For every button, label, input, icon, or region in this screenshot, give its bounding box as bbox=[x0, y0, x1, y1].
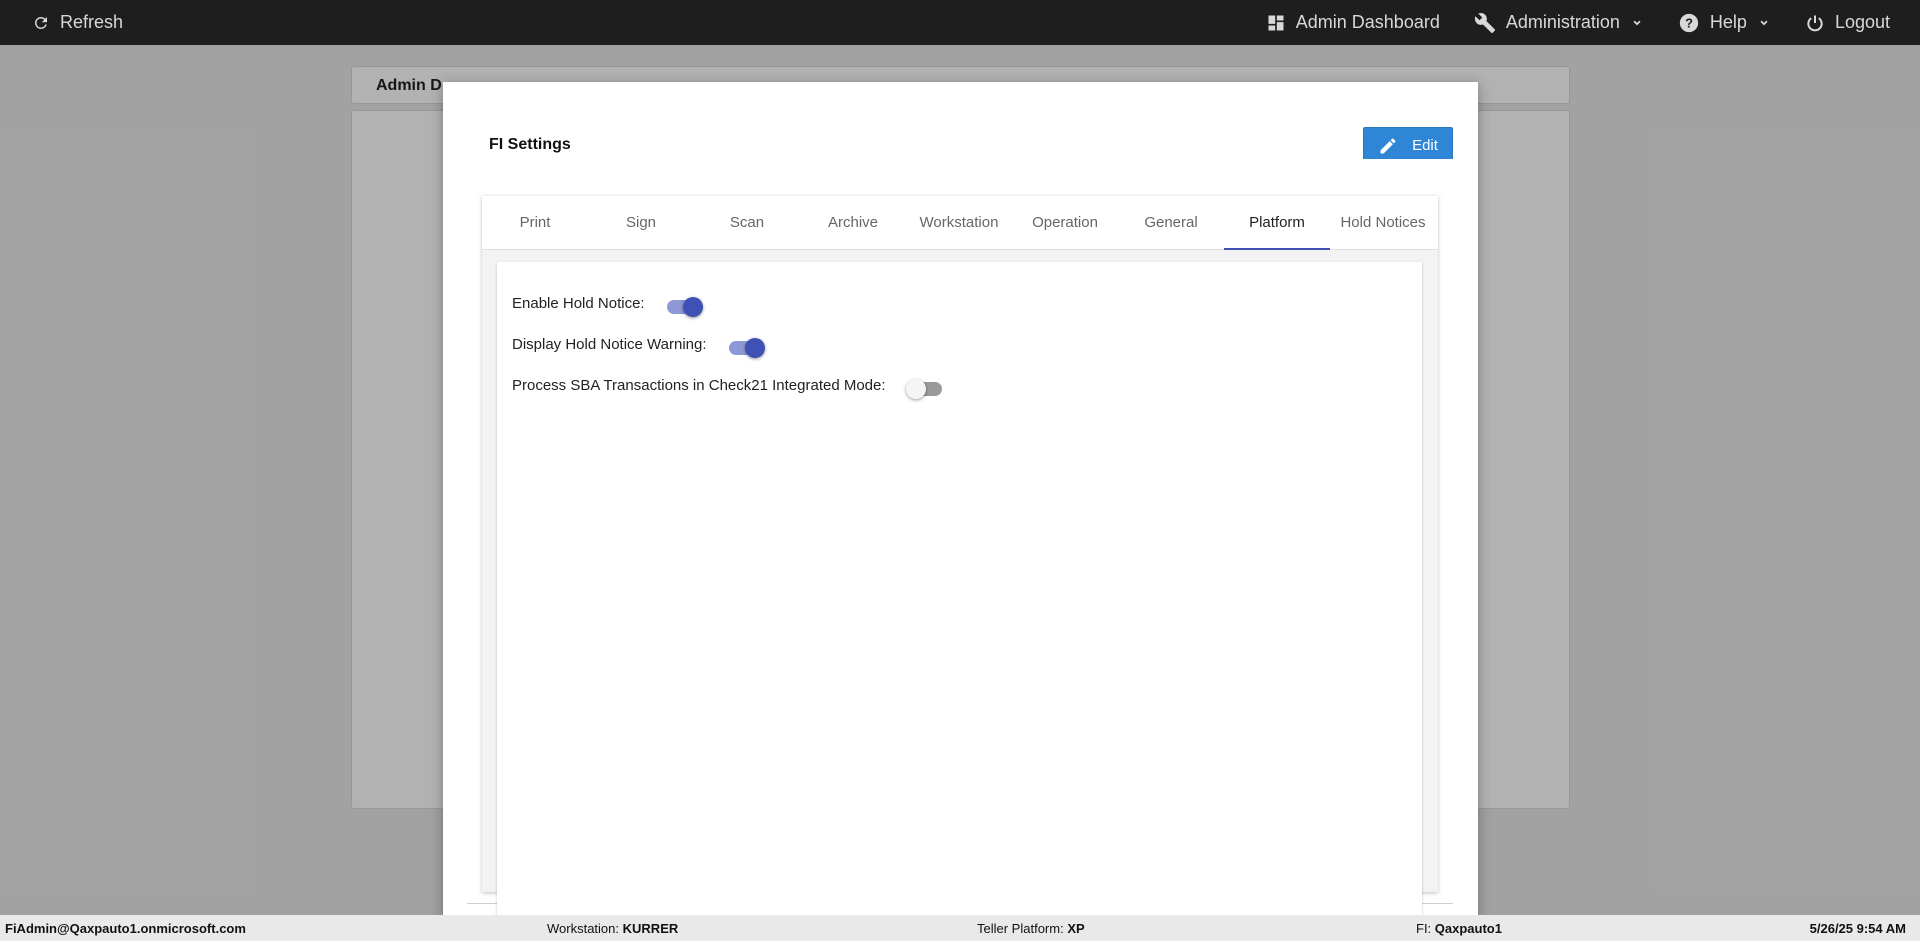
logout-label: Logout bbox=[1834, 12, 1890, 32]
pencil-icon bbox=[1378, 136, 1398, 156]
status-workstation: Workstation: KURRER bbox=[547, 921, 679, 936]
status-bar: FiAdmin@Qaxpauto1.onmicrosoft.com Workst… bbox=[0, 915, 1920, 941]
modal-body: Print Sign Scan Archive Workstation Oper… bbox=[467, 159, 1453, 922]
toggle-knob bbox=[744, 338, 765, 358]
tab-workstation[interactable]: Workstation bbox=[906, 196, 1012, 249]
platform-settings-panel: Enable Hold Notice: Display Hold Notice … bbox=[497, 262, 1422, 922]
administration-label: Administration bbox=[1505, 12, 1620, 32]
tab-print[interactable]: Print bbox=[482, 196, 588, 249]
refresh-icon bbox=[32, 14, 50, 32]
svg-text:?: ? bbox=[1685, 15, 1693, 30]
admin-dashboard-link[interactable]: Admin Dashboard bbox=[1266, 0, 1440, 45]
settings-tabs-card: Print Sign Scan Archive Workstation Oper… bbox=[482, 196, 1438, 922]
refresh-label: Refresh bbox=[60, 12, 124, 32]
tab-general[interactable]: General bbox=[1118, 196, 1224, 249]
setting-enable-hold-notice: Enable Hold Notice: bbox=[512, 292, 703, 317]
edit-label: Edit bbox=[1412, 137, 1438, 154]
settings-tab-bar: Print Sign Scan Archive Workstation Oper… bbox=[482, 196, 1438, 250]
help-menu[interactable]: ? Help bbox=[1678, 0, 1771, 45]
tab-hold-notices[interactable]: Hold Notices bbox=[1330, 196, 1436, 249]
help-icon: ? bbox=[1678, 12, 1700, 34]
tab-scan[interactable]: Scan bbox=[694, 196, 800, 249]
setting-label: Display Hold Notice Warning: bbox=[512, 335, 707, 353]
toggle-knob bbox=[905, 379, 926, 399]
admin-dashboard-label: Admin Dashboard bbox=[1295, 12, 1440, 32]
setting-display-hold-notice-warning: Display Hold Notice Warning: bbox=[512, 333, 765, 358]
tab-sign[interactable]: Sign bbox=[588, 196, 694, 249]
help-label: Help bbox=[1709, 12, 1747, 32]
tab-platform[interactable]: Platform bbox=[1224, 196, 1330, 250]
status-fi: FI: Qaxpauto1 bbox=[1416, 921, 1502, 936]
toggle-knob bbox=[682, 297, 703, 317]
setting-process-sba-check21: Process SBA Transactions in Check21 Inte… bbox=[512, 374, 944, 399]
modal-overlay: FI Settings Edit Print Sign Scan Archive… bbox=[0, 45, 1920, 941]
top-navigation-bar: Refresh Admin Dashboard Administration ?… bbox=[0, 0, 1920, 45]
fi-settings-modal: FI Settings Edit Print Sign Scan Archive… bbox=[443, 82, 1478, 941]
setting-label: Process SBA Transactions in Check21 Inte… bbox=[512, 376, 886, 394]
administration-menu[interactable]: Administration bbox=[1474, 0, 1644, 45]
enable-hold-notice-toggle[interactable] bbox=[666, 297, 703, 317]
wrench-icon bbox=[1474, 12, 1496, 34]
logout-button[interactable]: Logout bbox=[1805, 0, 1890, 45]
display-hold-notice-warning-toggle[interactable] bbox=[728, 338, 765, 358]
setting-label: Enable Hold Notice: bbox=[512, 294, 645, 312]
process-sba-check21-toggle[interactable] bbox=[905, 379, 944, 399]
chevron-down-icon bbox=[1757, 16, 1771, 30]
status-user: FiAdmin@Qaxpauto1.onmicrosoft.com bbox=[5, 921, 246, 936]
tab-archive[interactable]: Archive bbox=[800, 196, 906, 249]
status-datetime: 5/26/25 9:54 AM bbox=[1809, 921, 1906, 936]
chevron-down-icon bbox=[1630, 16, 1644, 30]
refresh-button[interactable]: Refresh bbox=[32, 0, 123, 45]
tab-operation[interactable]: Operation bbox=[1012, 196, 1118, 249]
dashboard-icon bbox=[1266, 13, 1286, 33]
status-teller-platform: Teller Platform: XP bbox=[977, 921, 1085, 936]
power-icon bbox=[1805, 13, 1825, 33]
modal-title: FI Settings bbox=[489, 136, 571, 153]
